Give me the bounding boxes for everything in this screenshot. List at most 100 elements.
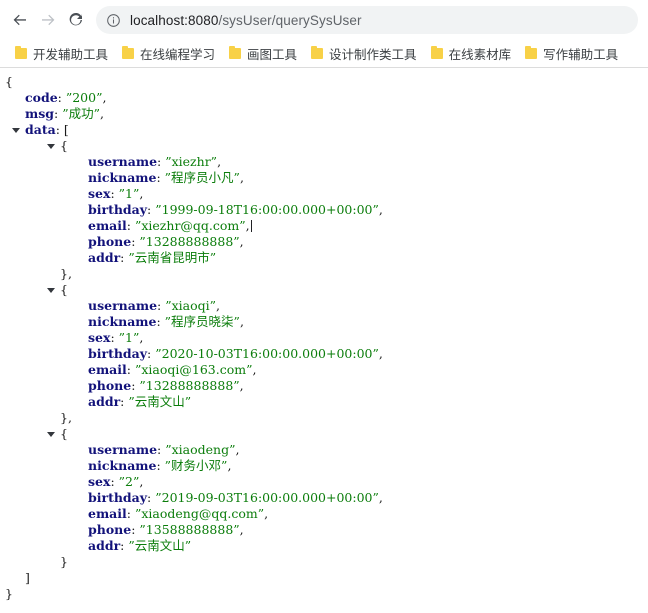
json-key: nickname bbox=[88, 170, 157, 185]
json-punctuation: { bbox=[60, 138, 68, 153]
json-field-birthday-0: birthday: ”1999-09-18T16:00:00.000+00:00… bbox=[0, 202, 648, 218]
json-punctuation: , bbox=[245, 218, 250, 233]
json-line-text: email: ”xiaoqi@163.com”, bbox=[88, 362, 256, 378]
json-line-text: birthday: ”1999-09-18T16:00:00.000+00:00… bbox=[88, 202, 383, 218]
json-field-data: data: [ bbox=[0, 122, 648, 138]
bookmark-item-0[interactable]: 开发辅助工具 bbox=[8, 43, 115, 65]
json-key: phone bbox=[88, 234, 132, 249]
json-line-text: username: ”xiaodeng”, bbox=[88, 442, 239, 458]
json-punctuation: [ bbox=[63, 122, 69, 137]
json-key: nickname bbox=[88, 314, 157, 329]
json-line-text: phone: ”13288888888”, bbox=[88, 234, 244, 250]
json-punctuation: , bbox=[239, 522, 244, 537]
json-viewer-content: {code: ”200”, msg: ”成功”, data: [{username:… bbox=[0, 68, 648, 612]
bookmark-item-3[interactable]: 设计制作类工具 bbox=[304, 43, 424, 65]
json-punctuation: , bbox=[378, 490, 383, 505]
json-punctuation: : bbox=[110, 330, 119, 345]
json-key: addr bbox=[88, 250, 121, 265]
collapse-triangle-icon[interactable] bbox=[12, 128, 20, 133]
json-key: nickname bbox=[88, 458, 157, 473]
bookmark-label: 画图工具 bbox=[247, 48, 298, 62]
json-value: ”xiezhr” bbox=[165, 154, 218, 169]
collapse-triangle-icon[interactable] bbox=[47, 288, 55, 293]
forward-button[interactable] bbox=[34, 6, 62, 34]
folder-icon bbox=[430, 46, 443, 59]
back-arrow-icon bbox=[13, 14, 26, 26]
json-value: ”程序员晓柒” bbox=[164, 314, 240, 329]
json-key: email bbox=[88, 362, 127, 377]
json-value: ”程序员小凡” bbox=[164, 170, 240, 185]
json-line-text: birthday: ”2020-10-03T16:00:00.000+00:00… bbox=[88, 346, 383, 362]
json-punctuation: , bbox=[67, 266, 72, 281]
text-caret bbox=[250, 220, 252, 232]
json-key: sex bbox=[88, 330, 111, 345]
json-key: phone bbox=[88, 378, 132, 393]
json-punctuation: , bbox=[139, 186, 144, 201]
json-record-open-0: { bbox=[0, 138, 648, 154]
json-line-text: }, bbox=[60, 410, 72, 426]
bookmark-label: 开发辅助工具 bbox=[33, 48, 109, 62]
json-key: username bbox=[88, 298, 158, 313]
bookmark-item-5[interactable]: 写作辅助工具 bbox=[518, 43, 625, 65]
json-punctuation: , bbox=[239, 234, 244, 249]
json-punctuation: } bbox=[60, 554, 68, 569]
json-field-addr-0: addr: ”云南省昆明市” bbox=[0, 250, 648, 266]
json-record-open-1: { bbox=[0, 282, 648, 298]
json-punctuation: , bbox=[252, 362, 257, 377]
bookmarks-bar: 开发辅助工具 在线编程学习 画图工具 设计制作类工具 在线素材库 写作辅助工具 bbox=[0, 40, 648, 68]
json-line-text: sex: ”2”, bbox=[88, 474, 143, 490]
json-punctuation: ] bbox=[25, 570, 30, 585]
json-punctuation: : bbox=[110, 186, 119, 201]
json-key: email bbox=[88, 506, 127, 521]
bookmark-label: 在线编程学习 bbox=[140, 48, 216, 62]
bookmark-item-1[interactable]: 在线编程学习 bbox=[115, 43, 222, 65]
json-field-email-1: email: ”xiaoqi@163.com”, bbox=[0, 362, 648, 378]
json-record-open-2: { bbox=[0, 426, 648, 442]
json-punctuation: { bbox=[60, 282, 68, 297]
browser-chrome: localhost:8080/sysUser/querySysUser 开发辅助… bbox=[0, 0, 648, 68]
address-bar[interactable]: localhost:8080/sysUser/querySysUser bbox=[96, 6, 638, 34]
json-punctuation: : bbox=[126, 218, 135, 233]
json-key: birthday bbox=[88, 346, 148, 361]
bookmark-label: 在线素材库 bbox=[448, 48, 512, 62]
json-key: sex bbox=[88, 186, 111, 201]
json-line-text: username: ”xiaoqi”, bbox=[88, 298, 220, 314]
forward-arrow-icon bbox=[42, 14, 55, 26]
bookmark-item-2[interactable]: 画图工具 bbox=[222, 43, 304, 65]
json-punctuation: , bbox=[139, 474, 144, 489]
json-punctuation: : bbox=[54, 106, 63, 121]
json-field-phone-0: phone: ”13288888888”, bbox=[0, 234, 648, 250]
json-value: ”xiaoqi@163.com” bbox=[134, 362, 253, 377]
reload-button[interactable] bbox=[62, 6, 90, 34]
collapse-triangle-icon[interactable] bbox=[47, 144, 55, 149]
json-value: ”云南文山” bbox=[128, 394, 192, 409]
json-line-text: }, bbox=[60, 266, 72, 282]
folder-icon bbox=[229, 46, 242, 59]
browser-toolbar: localhost:8080/sysUser/querySysUser bbox=[0, 0, 648, 40]
json-value: ”13288888888” bbox=[139, 378, 240, 393]
json-line-text: birthday: ”2019-09-03T16:00:00.000+00:00… bbox=[88, 490, 383, 506]
json-field-sex-0: sex: ”1”, bbox=[0, 186, 648, 202]
json-field-phone-1: phone: ”13288888888”, bbox=[0, 378, 648, 394]
json-line-text: nickname: ”程序员小凡”, bbox=[88, 170, 244, 186]
json-punctuation: : bbox=[147, 490, 156, 505]
json-value: ”13588888888” bbox=[139, 522, 240, 537]
json-punctuation: , bbox=[102, 90, 107, 105]
json-key: data bbox=[25, 122, 56, 137]
json-punctuation: : bbox=[57, 90, 66, 105]
json-value: ”1” bbox=[118, 330, 140, 345]
json-field-username-0: username: ”xiezhr”, bbox=[0, 154, 648, 170]
info-circle-icon[interactable] bbox=[106, 13, 121, 28]
json-punctuation: : bbox=[55, 122, 64, 137]
bookmark-item-4[interactable]: 在线素材库 bbox=[424, 43, 519, 65]
json-field-username-1: username: ”xiaoqi”, bbox=[0, 298, 648, 314]
back-button[interactable] bbox=[6, 6, 34, 34]
json-key: msg bbox=[25, 106, 55, 121]
json-line-text: { bbox=[60, 138, 68, 154]
collapse-triangle-icon[interactable] bbox=[47, 432, 55, 437]
json-line-text: } bbox=[60, 554, 68, 570]
json-key: phone bbox=[88, 522, 132, 537]
folder-icon bbox=[311, 46, 324, 59]
address-bar-url: localhost:8080/sysUser/querySysUser bbox=[130, 13, 362, 28]
json-value: ”云南文山” bbox=[128, 538, 192, 553]
